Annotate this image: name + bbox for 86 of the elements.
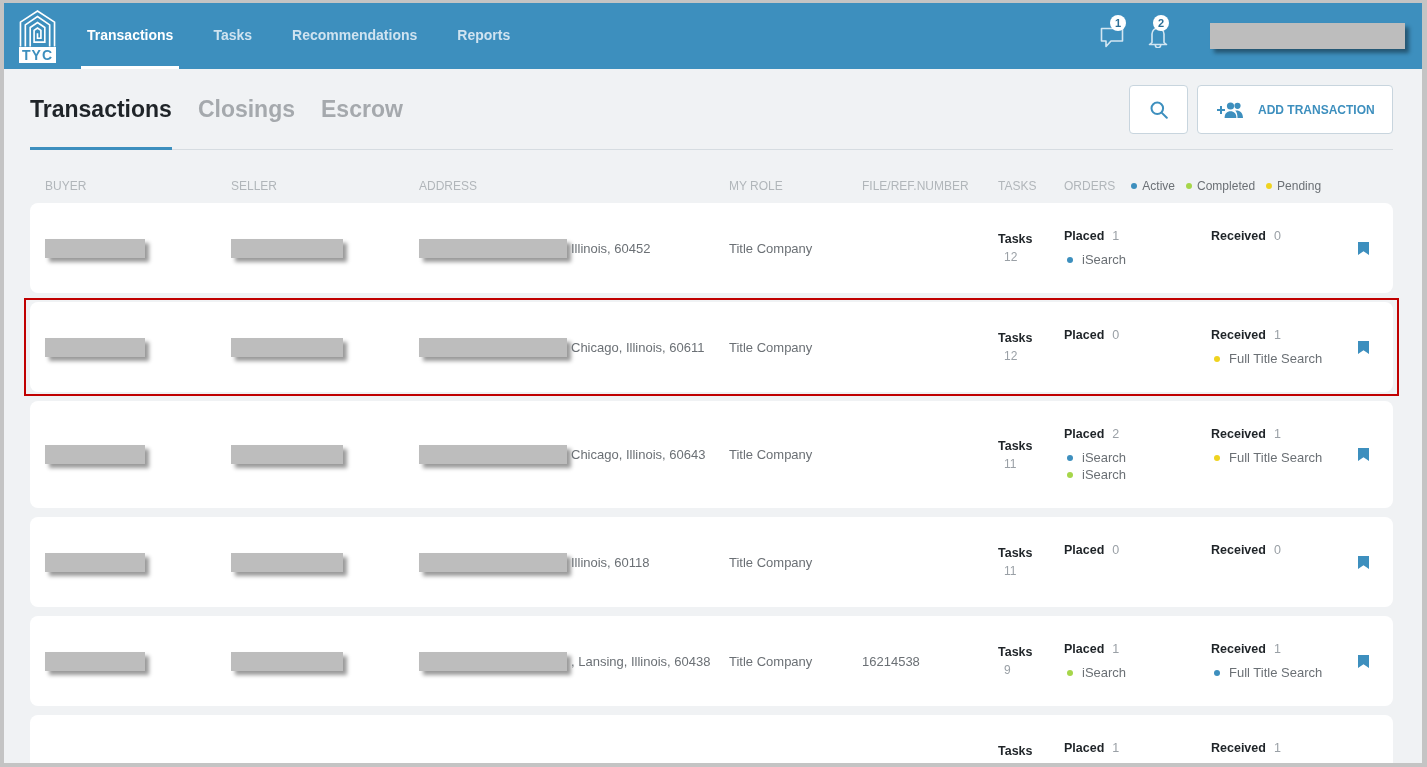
search-icon	[1149, 100, 1168, 119]
count-badge: 2	[1153, 15, 1169, 31]
column-header: TASKS	[998, 179, 1038, 193]
count-badge: 1	[1110, 15, 1126, 31]
orders-label: Placed	[1064, 641, 1105, 657]
transaction-card[interactable]: Illinois, 60118 Title Company Tasks 11 Placed 0 Received 0	[30, 517, 1393, 607]
orders-label: Placed	[1064, 542, 1105, 558]
tasks-count: 12	[1003, 249, 1018, 265]
orders-label: Received	[1211, 426, 1266, 442]
orders-count: 1	[1112, 740, 1120, 756]
order-name[interactable]: Full Title Search	[1229, 665, 1323, 680]
tasks-count: 11	[1003, 563, 1017, 579]
bookmark-icon[interactable]	[1358, 448, 1369, 461]
legend-label: Pending	[1277, 179, 1322, 193]
transaction-card[interactable]: Tasks Placed 1 Received 1	[30, 715, 1393, 763]
orders-count: 1	[1273, 641, 1281, 657]
order-name[interactable]: iSearch	[1082, 665, 1127, 680]
role-text: Title Company	[729, 240, 813, 256]
order-name[interactable]: Full Title Search	[1229, 450, 1323, 465]
orders-label: Received	[1211, 542, 1266, 558]
orders-count: 1	[1112, 228, 1120, 244]
column-header: ADDRESS	[419, 179, 478, 193]
orders-label: Placed	[1064, 327, 1105, 343]
orders-count: 0	[1112, 542, 1120, 558]
column-header: ORDERS	[1064, 179, 1116, 193]
orders-count: 0	[1273, 542, 1281, 558]
role-text: Title Company	[729, 339, 813, 355]
nav-tab[interactable]: Tasks	[207, 3, 259, 69]
column-header: BUYER	[45, 179, 88, 193]
role-text: Title Company	[729, 447, 813, 462]
tasks-count: 12	[1003, 348, 1018, 364]
page-tab[interactable]: Transactions	[30, 85, 172, 150]
address-text: , Lansing, Illinois, 60438	[571, 653, 711, 669]
orders-count: 2	[1112, 426, 1120, 442]
orders-label: Placed	[1064, 228, 1105, 244]
column-header: MY ROLE	[729, 179, 784, 193]
address-text: Illinois, 60118	[571, 554, 650, 570]
orders-count: 0	[1273, 228, 1281, 244]
order-name[interactable]: iSearch	[1082, 252, 1127, 267]
role-text: Title Company	[729, 653, 813, 669]
bookmark-icon[interactable]	[1358, 555, 1369, 569]
house-logo-icon	[19, 9, 56, 47]
tasks-label: Tasks	[998, 545, 1033, 561]
tasks-label: Tasks	[998, 437, 1033, 454]
address-text: Illinois, 60452	[571, 240, 651, 256]
orders-label: Placed	[1064, 740, 1105, 756]
orders-label: Received	[1211, 740, 1266, 756]
role-text: Title Company	[729, 554, 813, 570]
transaction-card[interactable]: , Lansing, Illinois, 60438 Title Company 16214538 Tasks 9 Placed 1 iSearch Received 1 Full Title Search	[30, 616, 1393, 706]
orders-count: 1	[1273, 426, 1281, 442]
bookmark-icon[interactable]	[1358, 654, 1369, 668]
search-button[interactable]	[1129, 85, 1188, 134]
address-text: Chicago, Illinois, 60643	[571, 447, 706, 462]
column-header: SELLER	[231, 179, 279, 193]
orders-label: Received	[1211, 327, 1266, 343]
order-name[interactable]: iSearch	[1082, 467, 1127, 482]
tasks-label: Tasks	[998, 231, 1033, 247]
bookmark-icon[interactable]	[1358, 241, 1369, 255]
legend-label: Active	[1142, 179, 1176, 193]
orders-count: 1	[1112, 641, 1120, 657]
tasks-label: Tasks	[998, 743, 1033, 759]
transaction-card[interactable]: Chicago, Illinois, 60611 Title Company Tasks 12 Placed 0 Received 1 Full Title Search	[30, 302, 1393, 392]
tasks-count: 11	[1003, 455, 1017, 472]
order-name[interactable]: Full Title Search	[1229, 351, 1323, 366]
orders-label: Received	[1211, 228, 1266, 244]
orders-label: Received	[1211, 641, 1266, 657]
add-transaction-button[interactable]: ADD TRANSACTION	[1197, 85, 1393, 134]
tasks-label: Tasks	[998, 644, 1033, 660]
address-text: Chicago, Illinois, 60611	[571, 339, 705, 355]
column-header: FILE/REF.NUMBER	[862, 179, 970, 193]
orders-count: 1	[1273, 740, 1281, 756]
orders-label: Placed	[1064, 426, 1105, 442]
transaction-card[interactable]: Chicago, Illinois, 60643 Title Company Tasks 11 Placed 2 iSearch iSearch Received 1 Full Title Search	[30, 401, 1393, 508]
nav-tab[interactable]: Reports	[451, 3, 517, 69]
logo-text: TYC	[19, 47, 56, 63]
tasks-label: Tasks	[998, 330, 1033, 346]
order-name[interactable]: iSearch	[1082, 450, 1127, 465]
transaction-card[interactable]: Illinois, 60452 Title Company Tasks 12 Placed 1 iSearch Received 0	[30, 203, 1393, 293]
file-number: 16214538	[862, 653, 920, 669]
legend-label: Completed	[1197, 179, 1256, 193]
add-people-icon	[1217, 101, 1243, 118]
orders-count: 1	[1273, 327, 1281, 343]
tasks-count: 9	[1003, 662, 1011, 678]
bookmark-icon[interactable]	[1358, 340, 1369, 354]
nav-tab[interactable]: Recommendations	[286, 3, 424, 69]
orders-count: 0	[1112, 327, 1120, 343]
